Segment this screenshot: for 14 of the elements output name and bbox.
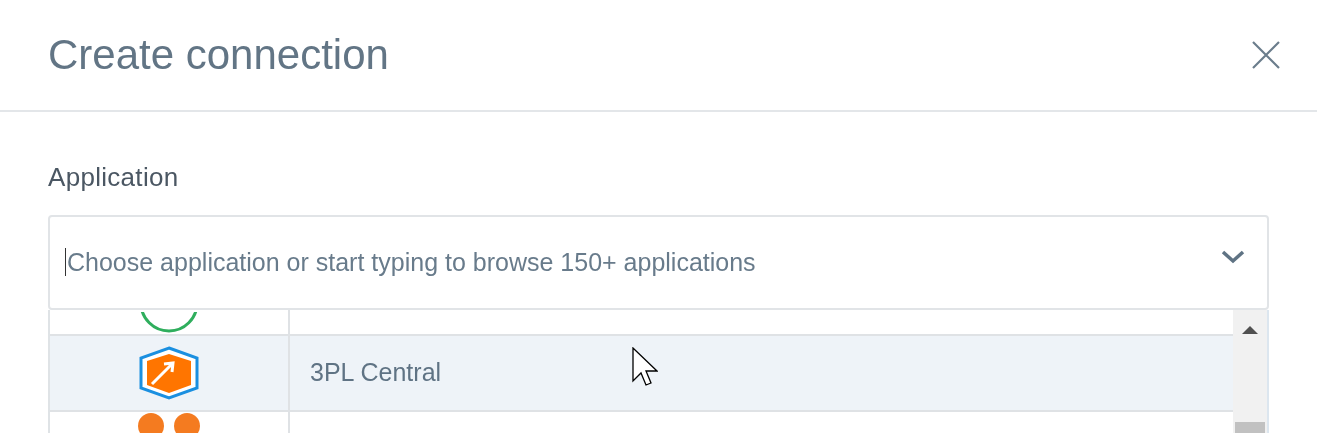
scrollbar[interactable] — [1233, 310, 1267, 433]
application-name: 3PL Central — [309, 357, 442, 389]
dialog-title: Create connection — [48, 29, 389, 80]
close-button[interactable] — [1251, 40, 1281, 70]
ring-icon — [138, 312, 200, 334]
application-combobox[interactable]: Choose application or start typing to browse 150+ applications — [48, 215, 1269, 310]
box-icon — [138, 346, 200, 400]
chevron-down-icon — [1221, 249, 1245, 265]
scroll-up-icon[interactable] — [1242, 326, 1258, 334]
field-label: Application — [48, 161, 180, 194]
dots-icon — [137, 412, 201, 433]
mouse-pointer-icon — [632, 347, 658, 387]
text-cursor — [65, 248, 66, 276]
application-option[interactable]: 3PL Central — [50, 336, 1233, 412]
